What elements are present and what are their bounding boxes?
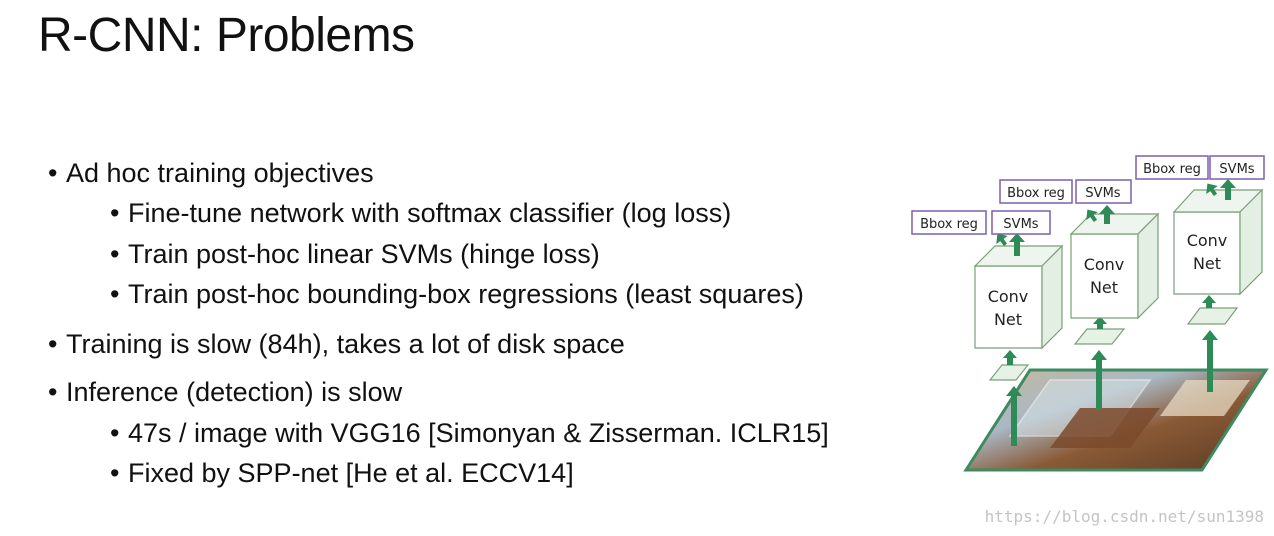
bullet-text: Inference (detection) is slow [66,377,403,407]
arrow-icon [1003,350,1017,365]
bullet-glyph: • [110,279,120,309]
bullet-item: • Fixed by SPP-net [He et al. ECCV14] [110,458,574,489]
bullet-glyph: • [48,329,58,359]
conv-net-label: Conv [1084,255,1125,274]
bullet-glyph: • [110,458,120,488]
arrow-icon [1202,295,1216,308]
conv-net-label: Net [1193,254,1221,273]
bullet-text: Fine-tune network with softmax classifie… [128,198,732,228]
bullet-text: Train post-hoc linear SVMs (hinge loss) [128,239,600,269]
bullet-item: • Training is slow (84h), takes a lot of … [48,329,625,360]
region-crop [1186,307,1239,325]
bullet-text: Training is slow (84h), takes a lot of d… [66,329,625,359]
bullet-item: • Ad hoc training objectives [48,158,374,189]
svms-label: SVMs [1085,186,1120,201]
bullet-glyph: • [48,377,58,407]
bullet-item: • Fine-tune network with softmax classifi… [110,198,731,229]
bullet-item: • 47s / image with VGG16 [Simonyan & Ziss… [110,418,829,449]
conv-net-label: Net [994,310,1022,329]
svms-label: SVMs [1219,162,1254,177]
bullet-item: • Train post-hoc linear SVMs (hinge loss) [110,239,600,270]
bullet-glyph: • [48,158,58,188]
rcnn-pipeline-diagram: Conv Net Bbox reg SVMs Conv Net Bbox reg… [911,155,1269,472]
region-crop [1073,328,1126,345]
conv-net-box [1070,233,1139,319]
svms-label: SVMs [1003,217,1038,232]
region-crop [988,364,1030,381]
conv-net-label: Net [1090,278,1118,297]
bullet-glyph: • [110,239,120,269]
bbox-reg-label: Bbox reg [1007,186,1065,201]
bullet-glyph: • [110,198,120,228]
conv-net-label: Conv [1187,231,1228,250]
conv-net-label: Conv [988,287,1029,306]
watermark: https://blog.csdn.net/sun1398 [984,507,1264,526]
bullet-text: Fixed by SPP-net [He et al. ECCV14] [128,458,574,488]
bullet-item: • Inference (detection) is slow [48,377,402,408]
conv-net-box [974,265,1043,349]
bullet-item: • Train post-hoc bounding-box regressions… [110,279,804,310]
bullet-text: Ad hoc training objectives [66,158,374,188]
bbox-reg-label: Bbox reg [1143,162,1201,177]
slide-title: R-CNN: Problems [38,9,415,62]
bullet-text: 47s / image with VGG16 [Simonyan & Zisse… [128,418,829,448]
conv-net-box [1173,211,1241,295]
bullet-text: Train post-hoc bounding-box regressions … [128,279,804,309]
bbox-reg-label: Bbox reg [920,217,978,232]
bullet-glyph: • [110,418,120,448]
